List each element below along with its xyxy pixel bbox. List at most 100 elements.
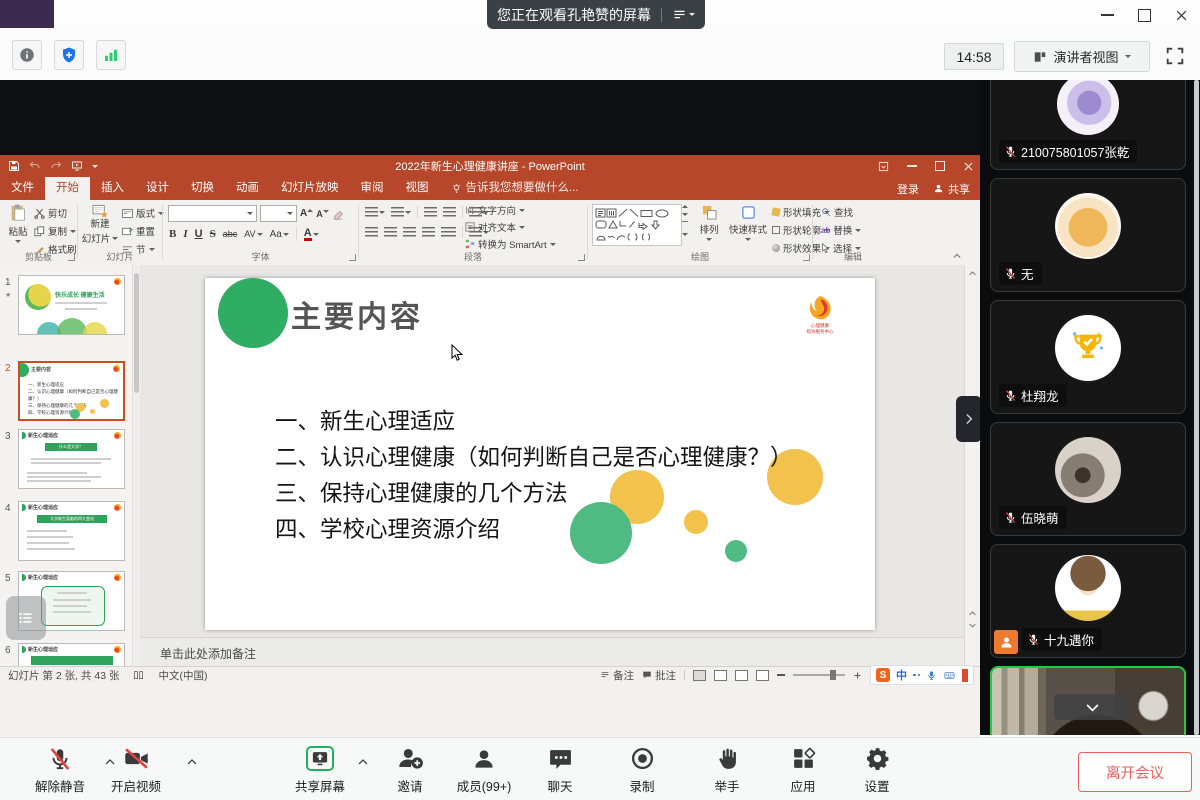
zoom-slider[interactable] [793,674,845,676]
paragraph-dialog-launcher[interactable] [578,254,585,261]
prev-slide-icon[interactable] [968,609,977,618]
slide-sorter-view-button[interactable] [714,670,727,681]
meeting-info-button[interactable] [12,40,42,70]
drawing-dialog-launcher[interactable] [803,254,810,261]
banner-menu-icon[interactable] [672,7,695,22]
shrink-font-button[interactable]: A [316,209,329,219]
arrange-button[interactable]: 排列 [694,205,724,241]
members-button[interactable]: 成员(99+) [442,745,526,795]
participant-tile[interactable]: 十九遇你 [990,544,1186,658]
cut-button[interactable]: 剪切 [34,206,77,220]
shapes-scroll-up-icon[interactable] [682,205,688,208]
zoom-out-button[interactable] [777,674,785,676]
zoom-in-button[interactable] [853,671,862,680]
network-signal-button[interactable] [96,40,126,70]
italic-button[interactable]: I [183,228,187,240]
font-color-button[interactable]: A [304,228,319,241]
grow-font-button[interactable]: A [300,208,313,219]
floating-panel-toggle[interactable] [6,596,46,640]
find-button[interactable]: 查找 [821,205,861,219]
slide-scrollbar[interactable] [964,265,980,666]
collapse-video-button[interactable] [1054,694,1130,720]
ppt-tab-transitions[interactable]: 切换 [180,177,225,200]
start-video-button[interactable]: 开启视频 [94,745,178,795]
collapse-ribbon-icon[interactable] [952,251,962,261]
share-screen-button[interactable]: 共享屏幕 [280,745,360,795]
save-icon[interactable] [8,160,20,172]
ppt-minimize-button[interactable] [907,165,917,167]
sidebar-collapse-button[interactable] [956,396,982,442]
quick-styles-button[interactable]: 快速样式 [726,205,770,241]
new-slide-button[interactable]: 新建 幻灯片 [80,204,120,245]
ppt-tab-insert[interactable]: 插入 [90,177,135,200]
slide-thumbnail[interactable]: 新生心理适应 什么是大学？ [18,429,125,489]
align-left-icon[interactable] [365,227,378,237]
participant-tile[interactable]: 210075801057张乾 [990,80,1186,170]
clear-formatting-icon[interactable] [332,208,344,220]
ppt-tab-view[interactable]: 视图 [395,177,440,200]
redo-icon[interactable] [50,160,62,172]
participant-tile[interactable]: 伍晓萌 [990,422,1186,536]
record-button[interactable]: 录制 [608,745,676,795]
unmute-button[interactable]: 解除静音 [18,745,102,795]
apps-button[interactable]: 应用 [771,745,835,795]
align-right-icon[interactable] [403,227,416,237]
reset-button[interactable]: 重置 [122,224,164,238]
security-shield-button[interactable] [54,40,84,70]
text-direction-button[interactable]: 文字方向 [465,203,556,217]
distribute-icon[interactable] [441,227,456,237]
justify-icon[interactable] [422,227,435,237]
paste-button[interactable]: 粘贴 [4,204,32,243]
sogou-logo[interactable]: S [876,668,890,682]
participant-tile[interactable]: 无 [990,178,1186,292]
normal-view-button[interactable] [693,670,706,681]
increase-indent-icon[interactable] [443,207,456,217]
ppt-restore-button[interactable] [935,161,945,171]
settings-button[interactable]: 设置 [845,745,909,795]
raise-hand-button[interactable]: 举手 [693,745,761,795]
shapes-scroll-down-icon[interactable] [682,213,688,216]
ime-keyboard-icon[interactable] [943,670,956,681]
slide-thumbnail[interactable]: 快乐成长 健康生活 [18,275,125,335]
layout-button[interactable]: 版式 [122,206,164,220]
thumbnail-scrollbar[interactable] [132,265,140,666]
copy-button[interactable]: 复制 [34,224,77,238]
view-mode-selector[interactable]: 演讲者视图 [1014,41,1150,72]
subscript-button[interactable]: abc [223,229,238,239]
ppt-tab-animations[interactable]: 动画 [225,177,270,200]
sign-in-button[interactable]: 登录 [897,181,919,197]
numbering-button[interactable] [391,207,411,217]
scroll-up-icon[interactable] [968,269,977,278]
reading-view-button[interactable] [735,670,748,681]
slide-thumbnail[interactable]: 新生心理适应 大学新生面临的四大变化 [18,501,125,561]
font-name-select[interactable] [168,205,257,222]
convert-smartart-button[interactable]: 转换为 SmartArt [465,237,556,251]
ppt-share-button[interactable]: 共享 [933,181,970,197]
window-minimize-button[interactable] [1101,14,1114,16]
shapes-more-icon[interactable] [682,221,688,241]
window-close-button[interactable] [1175,9,1188,22]
ime-more-icon[interactable] [962,669,968,682]
character-spacing-button[interactable]: AV [244,229,262,239]
ribbon-display-options-icon[interactable] [878,161,889,172]
spellcheck-icon[interactable] [133,670,144,681]
clipboard-dialog-launcher[interactable] [68,254,75,261]
ppt-tab-file[interactable]: 文件 [0,177,45,200]
ppt-tab-home[interactable]: 开始 [45,177,90,200]
language-indicator[interactable]: 中文(中国) [158,668,207,683]
ppt-tab-design[interactable]: 设计 [135,177,180,200]
bullets-button[interactable] [365,207,385,217]
leave-meeting-button[interactable]: 离开会议 [1078,752,1192,792]
replace-button[interactable]: ab 替换 [821,223,861,237]
chat-button[interactable]: 聊天 [528,745,592,795]
quick-access-caret-icon[interactable] [92,165,98,168]
align-text-button[interactable]: 对齐文本 [465,220,556,234]
notes-pane[interactable]: 单击此处添加备注 [140,637,980,667]
ime-lang-toggle[interactable]: 中 [896,667,907,683]
shapes-gallery[interactable] [592,204,682,246]
share-options-chevron[interactable] [357,756,369,768]
participant-tile[interactable]: 杜翔龙 [990,300,1186,414]
ppt-tab-review[interactable]: 审阅 [350,177,395,200]
next-slide-icon[interactable] [968,621,977,630]
underline-button[interactable]: U [195,228,203,240]
